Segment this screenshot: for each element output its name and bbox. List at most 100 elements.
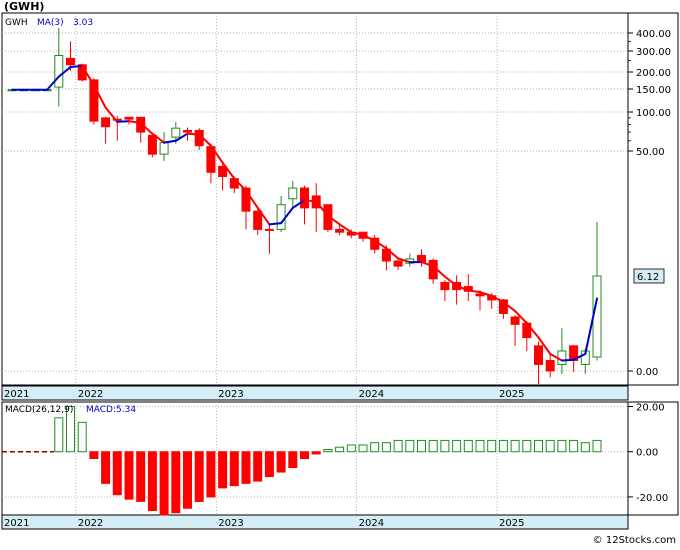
macd-bar — [323, 448, 333, 453]
macd-bar — [218, 451, 228, 489]
macd-bar — [112, 451, 122, 496]
candle-body — [300, 187, 309, 209]
price-x-tick-label: 2022 — [78, 389, 103, 400]
candle-body — [557, 350, 567, 365]
macd-bar — [147, 451, 157, 511]
candle-body — [393, 260, 403, 267]
macd-bar — [592, 439, 602, 453]
candle-body — [54, 55, 64, 88]
macd-bar — [545, 439, 555, 453]
macd-bar — [405, 439, 415, 453]
macd-bar — [101, 451, 111, 484]
ma-line-segment — [69, 64, 84, 69]
candle-body — [288, 187, 298, 200]
macd-x-tick-label: 2024 — [359, 518, 384, 529]
macd-bar — [452, 439, 462, 453]
macd-bar — [171, 451, 181, 514]
macd-bar — [370, 442, 380, 453]
macd-bar — [498, 439, 508, 453]
candle-body — [276, 204, 286, 230]
macd-bar — [264, 451, 274, 478]
price-tick-label: 150.00 — [636, 85, 671, 96]
macd-bar — [300, 451, 309, 460]
macd-bar — [335, 446, 345, 453]
macd-bar — [253, 451, 263, 482]
macd-bar — [417, 439, 426, 453]
stock-chart: 0.00 50.00 100.00 150.00 200.00 300.00 400.00 2… — [0, 0, 680, 546]
candle-body — [545, 360, 555, 372]
candle-body — [510, 316, 520, 325]
price-tick-label: 100.00 — [636, 108, 671, 119]
candle-body — [147, 134, 157, 155]
macd-bar — [358, 444, 368, 453]
macd-bar — [569, 439, 579, 453]
macd-bar — [136, 451, 146, 502]
candle-body — [101, 117, 111, 128]
price-tick-label: 50.00 — [636, 147, 665, 158]
candle-body — [183, 129, 192, 133]
macd-bar — [241, 451, 251, 484]
ma-line-segment — [116, 120, 130, 123]
macd-legend-name: MACD(26,12,9) — [5, 405, 73, 415]
price-x-tick-label: 2023 — [218, 389, 243, 400]
macd-bar — [487, 439, 497, 453]
price-tick-label: 200.00 — [636, 68, 671, 79]
candle-body — [253, 210, 263, 230]
macd-bar — [194, 451, 204, 502]
chart-title: (GWH) — [4, 0, 44, 13]
macd-bar — [381, 442, 391, 453]
candle-body — [534, 345, 543, 365]
price-x-tick-label: 2024 — [359, 389, 384, 400]
macd-bar — [580, 442, 590, 453]
macd-x-tick-label: 2022 — [78, 518, 103, 529]
macd-bar — [440, 439, 450, 453]
macd-tick-label: 20.00 — [636, 403, 665, 414]
macd-tick-label: -20.00 — [636, 493, 668, 504]
candle-body — [335, 228, 345, 233]
macd-bar — [393, 439, 403, 453]
macd-bar — [346, 444, 356, 453]
macd-bar — [522, 439, 532, 453]
price-x-tick-label: 2025 — [499, 389, 524, 400]
macd-bar — [229, 451, 239, 487]
candle-body — [171, 127, 181, 138]
macd-bar — [124, 451, 134, 500]
ma-line-segment — [186, 132, 201, 136]
macd-bar — [288, 451, 298, 469]
macd-x-tick-label: 2023 — [218, 518, 243, 529]
macd-bar — [534, 439, 543, 453]
ma-line-segment — [268, 222, 283, 226]
macd-bar — [475, 439, 485, 453]
macd-bar — [206, 451, 216, 498]
price-tick-label: 0.00 — [636, 367, 658, 378]
price-x-tick-label: 2021 — [4, 389, 29, 400]
candle-body — [440, 281, 450, 291]
price-tick-label: 300.00 — [636, 47, 671, 58]
macd-bar — [159, 451, 169, 516]
macd-bar — [311, 451, 321, 455]
macd-bar — [428, 439, 438, 453]
macd-bar — [276, 451, 286, 473]
macd-bar — [77, 421, 87, 453]
price-tick-label: 400.00 — [636, 29, 671, 40]
candle-body — [264, 228, 274, 231]
candle-body — [66, 57, 75, 66]
candle-body — [124, 116, 134, 120]
macd-bar — [183, 451, 192, 509]
macd-bar — [89, 451, 99, 460]
price-legend-ticker: GWH — [5, 18, 28, 28]
macd-bar — [54, 417, 64, 453]
price-legend-ma-value: 3.03 — [73, 18, 93, 28]
macd-x-tick-label: 2021 — [4, 518, 29, 529]
macd-bar — [463, 439, 473, 453]
candle-body — [475, 293, 485, 297]
macd-x-tick-label: 2025 — [499, 518, 524, 529]
macd-bar — [510, 439, 520, 453]
price-legend-ma: MA(3) — [37, 18, 64, 28]
macd-bar — [557, 439, 567, 453]
watermark: © 12Stocks.com — [593, 535, 676, 546]
macd-tick-label: 0.00 — [636, 448, 658, 459]
candle-body — [159, 142, 169, 155]
last-price-label: 6.12 — [637, 272, 659, 283]
macd-legend-value: MACD:5.34 — [86, 405, 136, 415]
